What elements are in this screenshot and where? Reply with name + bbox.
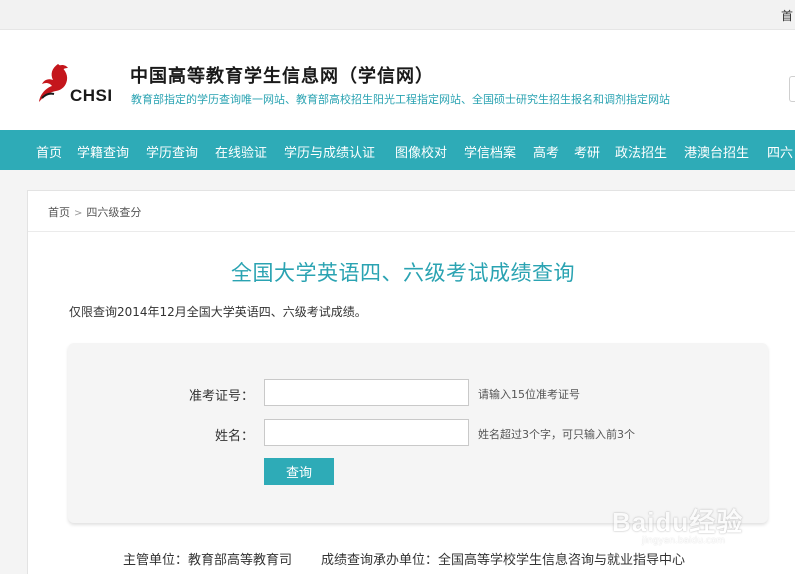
nav-item-law-admission[interactable]: 政法招生: [615, 142, 667, 161]
nav-item-cet[interactable]: 四六: [767, 142, 793, 161]
main-nav: 首页 学籍查询 学历查询 在线验证 学历与成绩认证 图像校对 学信档案 高考 考…: [0, 130, 795, 170]
site-title[interactable]: 中国高等教育学生信息网（学信网）: [130, 62, 434, 88]
name-hint: 姓名超过3个字，可只输入前3个: [478, 428, 635, 441]
watermark-url: jingyan.baidu.com: [642, 536, 726, 546]
logo-text: CHSI: [70, 86, 113, 105]
exam-id-hint: 请输入15位准考证号: [478, 388, 580, 401]
watermark-text: Baidu经验: [612, 507, 744, 537]
topbar-home-link[interactable]: 首: [781, 7, 793, 24]
nav-item-degree-query[interactable]: 学历查询: [146, 142, 198, 161]
search-input-edge[interactable]: [789, 76, 795, 102]
footer-operator: 成绩查询承办单位：全国高等学校学生信息咨询与就业指导中心: [321, 553, 686, 568]
footer-authority: 主管单位：教育部高等教育司: [123, 553, 293, 568]
nav-item-online-verify[interactable]: 在线验证: [215, 142, 267, 161]
exam-id-input[interactable]: [264, 379, 469, 406]
breadcrumb-separator: >: [74, 208, 83, 219]
top-bar: 首: [0, 0, 795, 30]
breadcrumb-home[interactable]: 首页: [48, 206, 70, 219]
page-title: 全国大学英语四、六级考试成绩查询: [231, 261, 575, 285]
breadcrumb-current: 四六级查分: [86, 206, 142, 219]
nav-item-student-status[interactable]: 学籍查询: [77, 142, 129, 161]
nav-item-photo-check[interactable]: 图像校对: [395, 142, 447, 161]
exam-id-label: 准考证号：: [188, 389, 254, 404]
site-slogan: 教育部指定的学历查询唯一网站、教育部高校招生阳光工程指定网站、全国硕士研究生招生…: [131, 93, 670, 106]
breadcrumb: 首页 > 四六级查分: [48, 204, 141, 220]
nav-item-gaokao[interactable]: 高考: [533, 142, 559, 161]
name-label: 姓名：: [214, 429, 254, 444]
nav-item-home[interactable]: 首页: [36, 142, 62, 161]
nav-item-archive[interactable]: 学信档案: [464, 142, 516, 161]
nav-item-kaoyan[interactable]: 考研: [574, 142, 600, 161]
notice-text: 仅限查询2014年12月全国大学英语四、六级考试成绩。: [69, 305, 367, 319]
chsi-logo[interactable]: CHSI: [36, 60, 118, 108]
baidu-watermark: Baidu经验 jingyan.baidu.com: [612, 494, 762, 546]
nav-item-certification[interactable]: 学历与成绩认证: [284, 142, 375, 161]
breadcrumb-divider: [28, 231, 795, 232]
nav-item-hk-macau-tw[interactable]: 港澳台招生: [684, 142, 749, 161]
query-button[interactable]: 查询: [264, 458, 334, 485]
site-header: CHSI 中国高等教育学生信息网（学信网） 教育部指定的学历查询唯一网站、教育部…: [0, 30, 795, 130]
name-input[interactable]: [264, 419, 469, 446]
